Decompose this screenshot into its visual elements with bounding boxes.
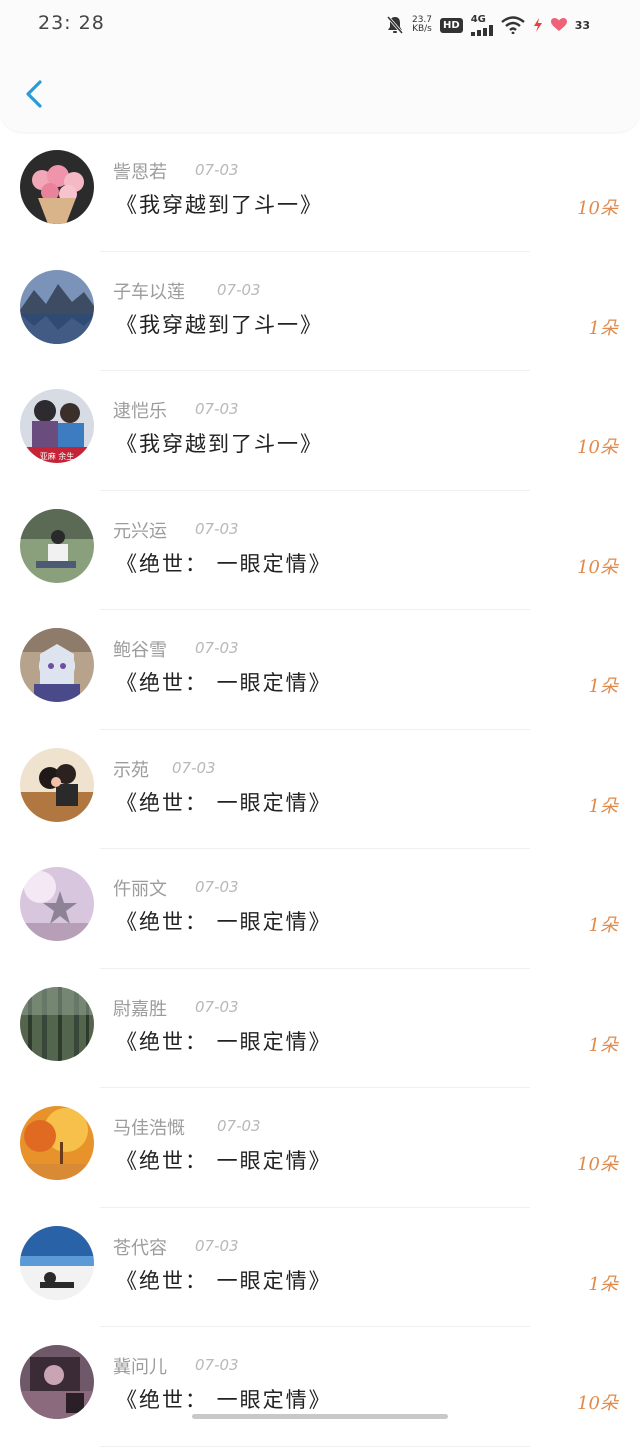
status-bar: 23: 28 23.7 KB/s HD 4G 33 xyxy=(0,0,640,50)
flower-count: 10朵 xyxy=(577,198,618,219)
avatar[interactable] xyxy=(20,1225,94,1300)
network-type-label: 4G xyxy=(470,13,486,25)
gift-date: 07-03 xyxy=(172,758,216,777)
network-speed: 23.7 KB/s xyxy=(412,16,432,34)
battery-icon xyxy=(550,18,567,32)
avatar-image xyxy=(20,150,94,224)
avatar[interactable] xyxy=(20,628,94,702)
user-name: 元兴运 xyxy=(113,520,167,542)
battery-level: 33 xyxy=(574,18,590,32)
gift-record-row[interactable]: 亚麻 余生 逮恺乐 07-03 《我穿越到了斗一》 10朵 xyxy=(0,371,640,491)
user-name: 鲍谷雪 xyxy=(113,640,167,661)
avatar[interactable] xyxy=(20,986,94,1061)
gift-date: 07-03 xyxy=(195,1356,239,1374)
avatar[interactable] xyxy=(20,1345,94,1419)
avatar-image xyxy=(20,747,94,822)
flower-count: 10朵 xyxy=(577,1154,618,1175)
book-title: 《我穿越到了斗一》 xyxy=(116,193,323,217)
gift-record-row[interactable]: 冀问儿 07-03 《绝世： 一眼定情》 10朵 xyxy=(0,1327,640,1447)
flower-count: 10朵 xyxy=(577,556,618,578)
book-title: 《绝世： 一眼定情》 xyxy=(116,671,332,695)
hd-badge: HD xyxy=(440,17,463,33)
gift-record-row[interactable]: 元兴运 07-03 《绝世： 一眼定情》 10朵 xyxy=(0,491,640,610)
avatar-image xyxy=(20,1345,94,1419)
gift-record-row[interactable]: 马佳浩慨 07-03 《绝世： 一眼定情》 10朵 xyxy=(0,1088,640,1208)
avatar-image xyxy=(20,1106,94,1180)
user-name: 冀问儿 xyxy=(113,1357,167,1378)
gift-record-row[interactable]: 尉嘉胜 07-03 《绝世： 一眼定情》 1朵 xyxy=(0,969,640,1088)
user-name: 苍代容 xyxy=(113,1237,167,1259)
signal-icon: 4G xyxy=(470,13,493,36)
charging-icon xyxy=(533,18,543,32)
svg-text:亚麻 余生: 亚麻 余生 xyxy=(40,451,75,461)
book-title: 《绝世： 一眼定情》 xyxy=(116,1149,332,1173)
book-title: 《绝世： 一眼定情》 xyxy=(116,551,332,576)
back-button[interactable] xyxy=(18,74,54,114)
gift-date: 07-03 xyxy=(217,280,261,299)
user-name: 子车以莲 xyxy=(113,281,185,303)
avatar[interactable] xyxy=(20,508,94,583)
book-title: 《绝世： 一眼定情》 xyxy=(116,1388,332,1412)
user-name: 尉嘉胜 xyxy=(113,998,167,1020)
avatar[interactable] xyxy=(20,1106,94,1180)
gift-record-row[interactable]: 鲍谷雪 07-03 《绝世： 一眼定情》 1朵 xyxy=(0,610,640,730)
avatar-image xyxy=(20,269,94,344)
user-name: 示苑 xyxy=(113,759,149,781)
app-header xyxy=(0,50,640,132)
gift-date: 07-03 xyxy=(195,878,239,896)
flower-count: 1朵 xyxy=(588,795,618,817)
avatar[interactable] xyxy=(20,150,94,224)
flower-count: 10朵 xyxy=(577,437,618,458)
gift-date: 07-03 xyxy=(195,519,239,538)
avatar-image xyxy=(20,508,94,583)
avatar[interactable] xyxy=(20,747,94,822)
avatar-image: 亚麻 余生 xyxy=(20,389,94,463)
gift-date: 07-03 xyxy=(195,639,239,657)
gift-list: 訾恩若 07-03 《我穿越到了斗一》 10朵 子车以莲 07-03 《我穿越到了斗一》 1朵… xyxy=(0,132,640,1447)
avatar[interactable]: 亚麻 余生 xyxy=(20,389,94,463)
book-title: 《绝世： 一眼定情》 xyxy=(116,1268,332,1293)
book-title: 《绝世： 一眼定情》 xyxy=(116,910,332,934)
home-indicator[interactable] xyxy=(192,1414,448,1419)
user-name: 訾恩若 xyxy=(113,162,167,183)
wifi-icon xyxy=(500,16,525,34)
status-icons: 23.7 KB/s HD 4G 33 xyxy=(386,12,590,38)
avatar-image xyxy=(20,1225,94,1300)
flower-count: 10朵 xyxy=(577,1393,618,1414)
avatar[interactable] xyxy=(20,269,94,344)
avatar[interactable] xyxy=(20,867,94,941)
flower-count: 1朵 xyxy=(588,1034,618,1056)
avatar-image xyxy=(20,986,94,1061)
gift-record-row[interactable]: 示苑 07-03 《绝世： 一眼定情》 1朵 xyxy=(0,730,640,849)
gift-date: 07-03 xyxy=(195,1236,239,1255)
flower-count: 1朵 xyxy=(588,317,618,339)
book-title: 《绝世： 一眼定情》 xyxy=(116,1029,332,1054)
flower-count: 1朵 xyxy=(588,676,618,697)
gift-date: 07-03 xyxy=(195,400,239,418)
avatar-image xyxy=(20,628,94,702)
chevron-left-icon xyxy=(18,80,54,118)
book-title: 《我穿越到了斗一》 xyxy=(116,432,323,456)
book-title: 《我穿越到了斗一》 xyxy=(116,312,323,337)
book-title: 《绝世： 一眼定情》 xyxy=(116,790,332,815)
user-name: 马佳浩慨 xyxy=(113,1118,185,1139)
gift-date: 07-03 xyxy=(217,1117,261,1135)
status-time: 23: 28 xyxy=(38,12,105,34)
mute-bell-icon xyxy=(386,15,404,35)
gift-record-row[interactable]: 子车以莲 07-03 《我穿越到了斗一》 1朵 xyxy=(0,252,640,371)
flower-count: 1朵 xyxy=(588,915,618,936)
avatar-image xyxy=(20,867,94,941)
gift-date: 07-03 xyxy=(195,997,239,1016)
user-name: 仵丽文 xyxy=(113,879,167,900)
gift-record-row[interactable]: 仵丽文 07-03 《绝世： 一眼定情》 1朵 xyxy=(0,849,640,969)
flower-count: 1朵 xyxy=(588,1273,618,1295)
gift-record-row[interactable]: 訾恩若 07-03 《我穿越到了斗一》 10朵 xyxy=(0,132,640,252)
row-divider xyxy=(100,1445,530,1447)
gift-record-row[interactable]: 苍代容 07-03 《绝世： 一眼定情》 1朵 xyxy=(0,1208,640,1327)
user-name: 逮恺乐 xyxy=(113,401,167,422)
gift-date: 07-03 xyxy=(195,161,239,179)
network-speed-unit: KB/s xyxy=(412,24,432,34)
